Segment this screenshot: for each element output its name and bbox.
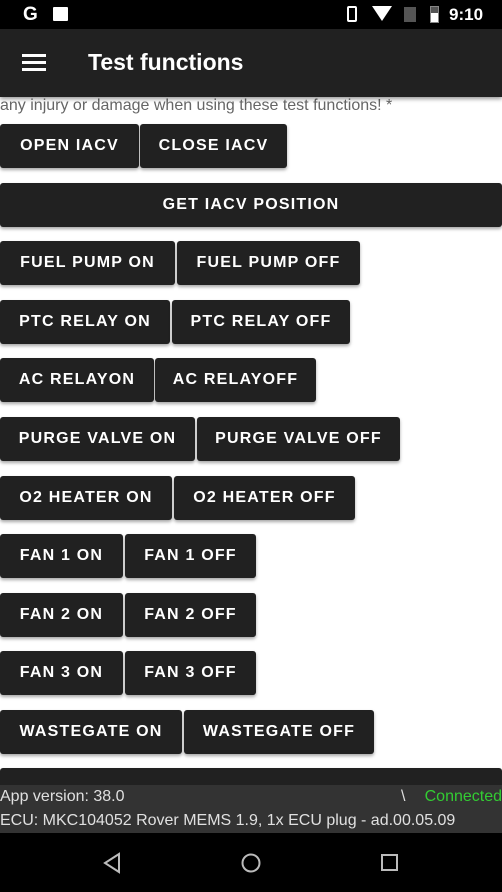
fan-2-off-button[interactable]: FAN 2 OFF bbox=[125, 592, 256, 637]
wastegate-on-button[interactable]: WASTEGATE ON bbox=[0, 710, 182, 754]
ac-relayon-button[interactable]: AC RELAYON bbox=[0, 358, 154, 403]
ecu-info: ECU: MKC104052 Rover MEMS 1.9, 1x ECU pl… bbox=[0, 812, 456, 829]
purge-valve-off-button[interactable]: PURGE VALVE OFF bbox=[197, 417, 400, 461]
purge-valve-on-button[interactable]: PURGE VALVE ON bbox=[0, 417, 195, 461]
hamburger-menu-icon[interactable] bbox=[22, 54, 46, 72]
image-icon bbox=[53, 7, 68, 21]
recents-icon[interactable] bbox=[380, 853, 400, 873]
ptc-relay-off-button[interactable]: PTC RELAY OFF bbox=[172, 299, 350, 344]
status-bar: G 9:10 bbox=[0, 0, 502, 29]
warning-text: any injury or damage when using these te… bbox=[0, 97, 393, 114]
open-iacv-button[interactable]: OPEN IACV bbox=[0, 124, 139, 168]
clock: 9:10 bbox=[449, 5, 484, 24]
ac-relayoff-button[interactable]: AC RELAYOFF bbox=[155, 358, 316, 403]
page-title: Test functions bbox=[88, 49, 244, 75]
vibrate-icon bbox=[347, 6, 357, 22]
back-icon[interactable] bbox=[102, 852, 122, 874]
close-iacv-button[interactable]: CLOSE IACV bbox=[140, 124, 287, 168]
fuel-pump-on-button[interactable]: FUEL PUMP ON bbox=[0, 241, 175, 286]
o2-heater-off-button[interactable]: O2 HEATER OFF bbox=[174, 475, 355, 520]
no-sim-icon bbox=[404, 7, 416, 22]
wifi-icon bbox=[372, 6, 392, 21]
fan-3-on-button[interactable]: FAN 3 ON bbox=[0, 651, 123, 696]
connection-status: Connected bbox=[424, 788, 502, 805]
fan-1-off-button[interactable]: FAN 1 OFF bbox=[125, 534, 256, 579]
fan-1-on-button[interactable]: FAN 1 ON bbox=[0, 534, 123, 579]
battery-icon bbox=[430, 6, 439, 23]
wastegate-off-button[interactable]: WASTEGATE OFF bbox=[184, 710, 374, 754]
google-icon: G bbox=[23, 4, 38, 25]
navigation-bar bbox=[0, 833, 502, 892]
app-version: App version: 38.0 bbox=[0, 788, 125, 805]
o2-heater-on-button[interactable]: O2 HEATER ON bbox=[0, 475, 172, 520]
home-icon[interactable] bbox=[240, 852, 262, 874]
get-iacv-position-button[interactable]: GET IACV POSITION bbox=[0, 182, 502, 227]
status-footer: App version: 38.0 \ Connected ECU: MKC10… bbox=[0, 785, 502, 833]
fan-2-on-button[interactable]: FAN 2 ON bbox=[0, 592, 123, 637]
fuel-pump-off-button[interactable]: FUEL PUMP OFF bbox=[177, 241, 360, 286]
ptc-relay-on-button[interactable]: PTC RELAY ON bbox=[0, 299, 170, 344]
fan-3-off-button[interactable]: FAN 3 OFF bbox=[125, 651, 256, 696]
activity-spinner: \ bbox=[401, 788, 406, 805]
app-bar: Test functions bbox=[0, 29, 502, 97]
